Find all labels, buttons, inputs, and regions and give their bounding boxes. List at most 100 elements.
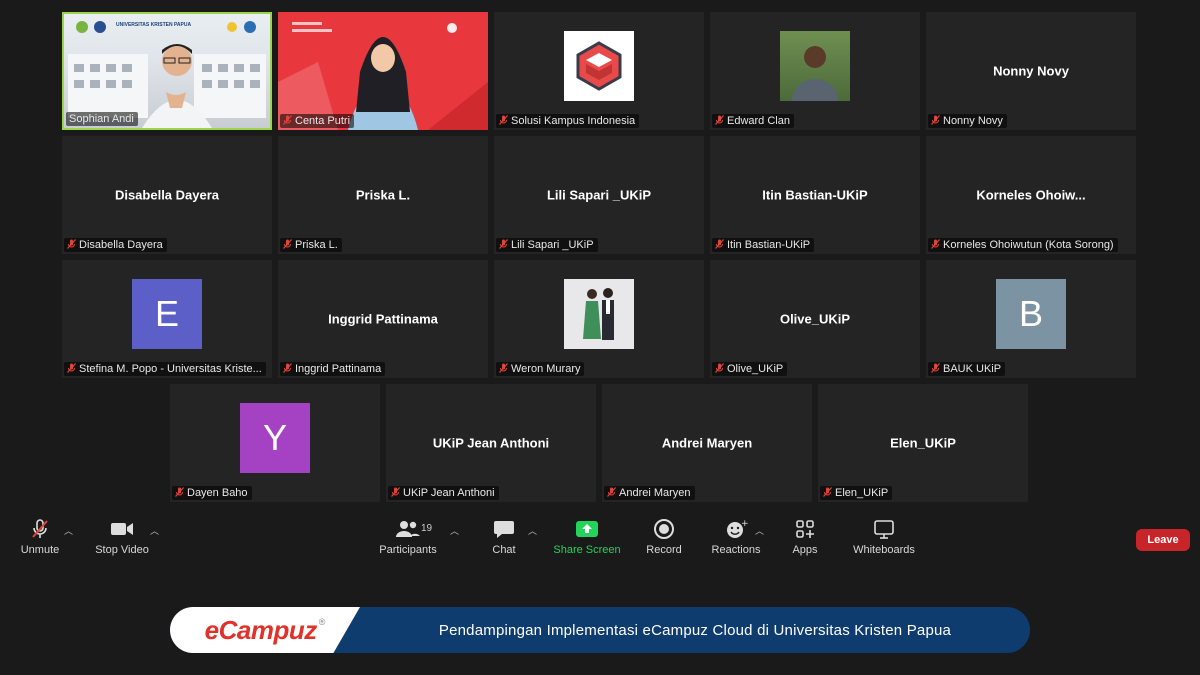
participant-center-name: Lili Sapari _UKiP	[546, 187, 652, 203]
mic-muted-icon	[283, 115, 292, 127]
participant-name-label: Solusi Kampus Indonesia	[496, 114, 640, 128]
participant-center-name: Disabella Dayera	[114, 187, 220, 203]
participant-tile[interactable]: UNIVERSITAS KRISTEN PAPUA Sophian Andi	[62, 12, 272, 130]
participant-video-feed: UNIVERSITAS KRISTEN PAPUA	[64, 14, 270, 128]
share-screen-button[interactable]: Share Screen	[553, 516, 621, 566]
mic-muted-icon	[931, 363, 940, 375]
chat-button[interactable]: Chat	[484, 516, 524, 566]
participant-label-text: Solusi Kampus Indonesia	[511, 115, 636, 127]
participant-tile[interactable]: Priska L. Priska L.	[278, 136, 488, 254]
participant-name-label: UKiP Jean Anthoni	[388, 486, 499, 500]
leave-button[interactable]: Leave	[1136, 529, 1190, 551]
participant-tile[interactable]: Andrei Maryen Andrei Maryen	[602, 384, 812, 502]
participant-tile[interactable]: Olive_UKiP Olive_UKiP	[710, 260, 920, 378]
chat-label: Chat	[492, 544, 516, 556]
participant-label-text: Korneles Ohoiwutun (Kota Sorong)	[943, 239, 1114, 251]
event-banner: eCampuz ® Pendampingan Implementasi eCam…	[170, 607, 1030, 653]
chat-options-caret[interactable]: ︿	[528, 524, 537, 537]
mic-muted-icon	[499, 115, 508, 127]
ecampuz-logo-text: eCampuz	[204, 614, 318, 645]
participant-name-label: Centa Putri	[280, 114, 355, 128]
whiteboards-button[interactable]: Whiteboards	[850, 516, 918, 566]
unmute-button[interactable]: Unmute	[18, 516, 62, 566]
participant-tile[interactable]: Inggrid Pattinama Inggrid Pattinama	[278, 260, 488, 378]
video-options-caret[interactable]: ︿	[150, 524, 159, 537]
participant-name-label: Elen_UKiP	[820, 486, 893, 500]
participant-center-name: Olive_UKiP	[779, 311, 851, 327]
mic-muted-icon	[823, 487, 832, 499]
participant-label-text: Andrei Maryen	[619, 487, 691, 499]
participant-tile[interactable]: Nonny Novy Nonny Novy	[926, 12, 1136, 130]
participants-count: 19	[421, 523, 433, 534]
record-icon	[653, 516, 675, 542]
participant-avatar: E	[132, 279, 202, 350]
participants-options-caret[interactable]: ︿	[450, 524, 459, 537]
participants-icon	[395, 516, 421, 542]
participant-tile[interactable]: Korneles Ohoiw... Korneles Ohoiwutun (Kot…	[926, 136, 1136, 254]
apps-icon	[794, 516, 816, 542]
participant-tile[interactable]: Lili Sapari _UKiP Lili Sapari _UKiP	[494, 136, 704, 254]
participant-center-name: Priska L.	[355, 187, 411, 203]
participant-photo	[564, 279, 634, 350]
participant-label-text: Sophian Andi	[69, 113, 134, 125]
reactions-icon: +	[724, 516, 748, 542]
share-screen-icon	[575, 516, 599, 542]
participant-tile[interactable]: Itin Bastian-UKiP Itin Bastian-UKiP	[710, 136, 920, 254]
participant-label-text: Olive_UKiP	[727, 363, 784, 375]
ecampuz-logo: eCampuz ®	[170, 607, 360, 653]
participant-name-label: Stefina M. Popo - Universitas Kriste...	[64, 362, 266, 376]
participant-tile[interactable]: Y Dayen Baho	[170, 384, 380, 502]
participant-name-label: Dayen Baho	[172, 486, 252, 500]
banner-title: Pendampingan Implementasi eCampuz Cloud …	[438, 621, 952, 639]
mic-muted-icon	[283, 363, 292, 375]
participant-tile[interactable]: Solusi Kampus Indonesia	[494, 12, 704, 130]
participant-name-label: Disabella Dayera	[64, 238, 167, 252]
unmute-label: Unmute	[20, 544, 60, 556]
mic-muted-icon	[283, 239, 292, 251]
registered-mark: ®	[318, 617, 326, 627]
participant-tile[interactable]: Edward Clan	[710, 12, 920, 130]
participant-name-label: Nonny Novy	[928, 114, 1007, 128]
participant-name-label: Itin Bastian-UKiP	[712, 238, 815, 252]
audio-options-caret[interactable]: ︿	[64, 524, 73, 537]
whiteboards-label: Whiteboards	[853, 544, 915, 556]
participant-tile[interactable]: Elen_UKiP Elen_UKiP	[818, 384, 1028, 502]
mic-muted-icon	[67, 239, 76, 251]
reactions-options-caret[interactable]: ︿	[755, 524, 764, 537]
participant-video-feed	[278, 12, 488, 130]
participant-label-text: Stefina M. Popo - Universitas Kriste...	[79, 363, 262, 375]
stop-video-label: Stop Video	[95, 544, 149, 556]
mic-muted-icon	[715, 363, 724, 375]
participant-label-text: BAUK UKiP	[943, 363, 1002, 375]
stop-video-button[interactable]: Stop Video	[92, 516, 152, 566]
participant-name-label: Inggrid Pattinama	[280, 362, 386, 376]
participant-tile[interactable]: Weron Murary	[494, 260, 704, 378]
record-button[interactable]: Record	[642, 516, 686, 566]
participant-name-label: Edward Clan	[712, 114, 794, 128]
participant-label-text: Priska L.	[295, 239, 338, 251]
apps-label: Apps	[792, 544, 818, 556]
participant-avatar: Y	[240, 403, 310, 474]
participant-label-text: Edward Clan	[727, 115, 790, 127]
participant-name-label: Priska L.	[280, 238, 342, 252]
solusi-kampus-logo-icon	[564, 31, 634, 102]
participant-label-text: Inggrid Pattinama	[295, 363, 382, 375]
participant-tile[interactable]: B BAUK UKiP	[926, 260, 1136, 378]
participant-name-label: Olive_UKiP	[712, 362, 788, 376]
mic-muted-icon	[499, 239, 508, 251]
video-camera-icon	[110, 516, 134, 542]
record-label: Record	[646, 544, 682, 556]
participant-tile[interactable]: E Stefina M. Popo - Universitas Kriste...	[62, 260, 272, 378]
participant-tile[interactable]: UKiP Jean Anthoni UKiP Jean Anthoni	[386, 384, 596, 502]
participant-tile[interactable]: Disabella Dayera Disabella Dayera	[62, 136, 272, 254]
participant-grid: UNIVERSITAS KRISTEN PAPUA Sophian Andi Cen…	[0, 0, 1200, 510]
apps-button[interactable]: Apps	[786, 516, 824, 566]
participant-name-label: Sophian Andi	[66, 112, 138, 126]
svg-text:+: +	[741, 519, 748, 529]
mic-muted-icon	[715, 115, 724, 127]
participant-label-text: Weron Murary	[511, 363, 581, 375]
participant-name-label: Andrei Maryen	[604, 486, 695, 500]
participant-label-text: Disabella Dayera	[79, 239, 163, 251]
meeting-toolbar: Unmute ︿ Stop Video ︿ Participants 19 ︿	[0, 516, 1200, 568]
participant-tile[interactable]: Centa Putri	[278, 12, 488, 130]
